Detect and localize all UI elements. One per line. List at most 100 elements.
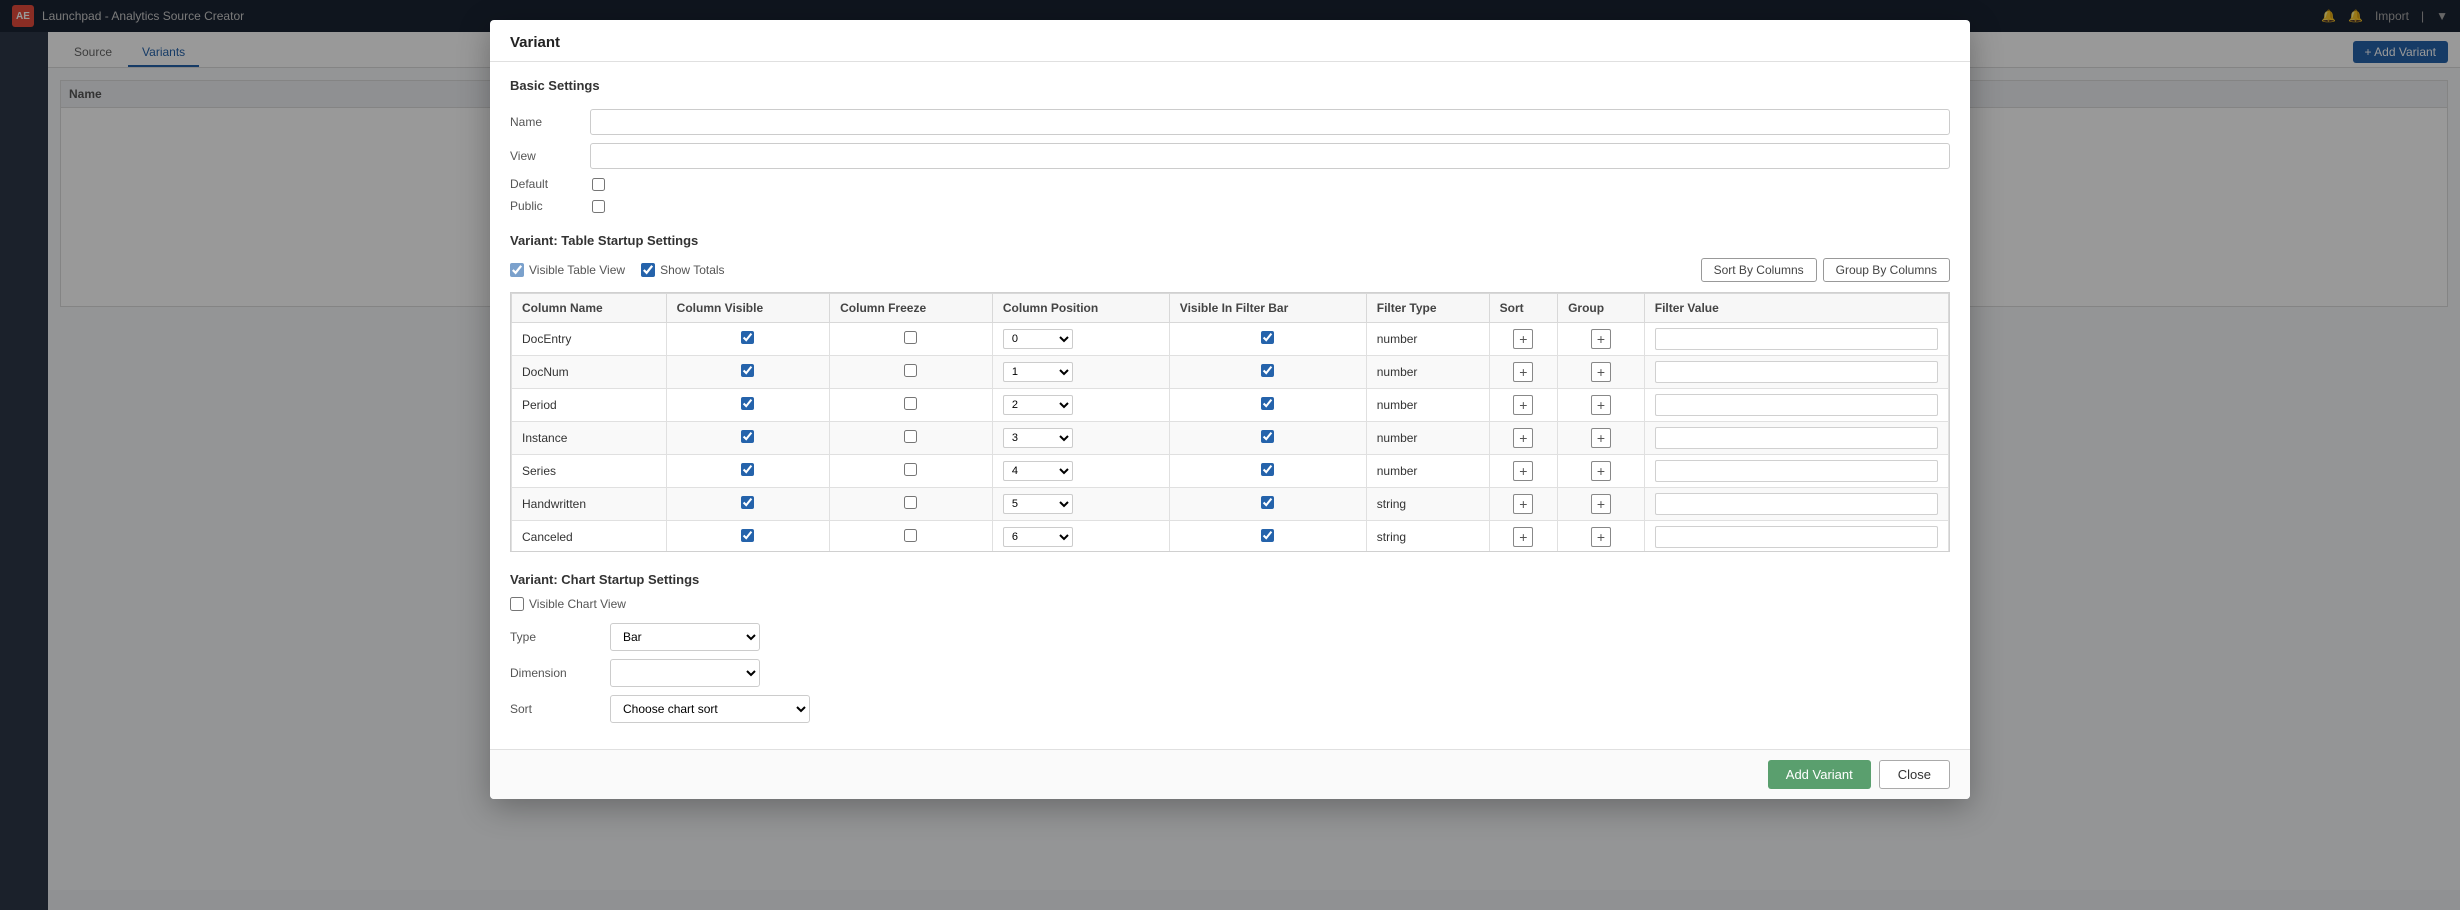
col-freeze-checkbox[interactable]	[904, 529, 917, 542]
cell-visible-filter	[1169, 323, 1366, 356]
col-visible-filter-checkbox[interactable]	[1261, 496, 1274, 509]
table-row: Series0123456789number++	[512, 455, 1949, 488]
group-by-columns-button[interactable]: Group By Columns	[1823, 258, 1950, 282]
col-position-select[interactable]: 0123456789	[1003, 395, 1073, 415]
cell-col-freeze	[830, 356, 993, 389]
sort-plus-button[interactable]: +	[1513, 362, 1533, 382]
filter-value-input[interactable]	[1655, 361, 1938, 383]
name-field-row: Name	[510, 109, 1950, 135]
cell-group: +	[1558, 389, 1645, 422]
view-field-row: View	[510, 143, 1950, 169]
cell-col-position: 0123456789	[992, 323, 1169, 356]
view-input[interactable]	[590, 143, 1950, 169]
sort-plus-button[interactable]: +	[1513, 494, 1533, 514]
col-visible-filter-checkbox[interactable]	[1261, 430, 1274, 443]
sort-plus-button[interactable]: +	[1513, 527, 1533, 547]
cell-col-position: 0123456789	[992, 455, 1169, 488]
add-variant-button[interactable]: Add Variant	[1768, 760, 1871, 789]
table-row: Instance0123456789number++	[512, 422, 1949, 455]
col-visible-checkbox[interactable]	[741, 463, 754, 476]
chart-dimension-select[interactable]	[610, 659, 760, 687]
visible-chart-checkbox[interactable]	[510, 597, 524, 611]
col-visible-filter-checkbox[interactable]	[1261, 529, 1274, 542]
modal-body: Basic Settings Name View Default	[490, 62, 1970, 749]
group-plus-button[interactable]: +	[1591, 428, 1611, 448]
col-freeze-checkbox[interactable]	[904, 331, 917, 344]
show-totals-label[interactable]: Show Totals	[641, 263, 724, 277]
col-visible-checkbox[interactable]	[741, 430, 754, 443]
filter-value-input[interactable]	[1655, 460, 1938, 482]
default-checkbox[interactable]	[592, 178, 605, 191]
cell-group: +	[1558, 488, 1645, 521]
group-plus-button[interactable]: +	[1591, 362, 1611, 382]
visible-chart-label[interactable]: Visible Chart View	[510, 597, 1950, 611]
visible-table-label[interactable]: Visible Table View	[510, 263, 625, 277]
sort-plus-button[interactable]: +	[1513, 329, 1533, 349]
col-position-select[interactable]: 0123456789	[1003, 527, 1073, 547]
group-plus-button[interactable]: +	[1591, 329, 1611, 349]
filter-value-input[interactable]	[1655, 328, 1938, 350]
cell-col-freeze	[830, 455, 993, 488]
col-visible-checkbox[interactable]	[741, 529, 754, 542]
col-freeze-checkbox[interactable]	[904, 430, 917, 443]
cell-group: +	[1558, 455, 1645, 488]
col-visible-filter-checkbox[interactable]	[1261, 364, 1274, 377]
col-position-select[interactable]: 0123456789	[1003, 362, 1073, 382]
cell-visible-filter	[1169, 422, 1366, 455]
col-visible-checkbox[interactable]	[741, 397, 754, 410]
cell-col-position: 0123456789	[992, 422, 1169, 455]
visible-table-checkbox[interactable]	[510, 263, 524, 277]
cell-col-name: Series	[512, 455, 667, 488]
sort-plus-button[interactable]: +	[1513, 461, 1533, 481]
cell-col-visible	[666, 356, 829, 389]
group-plus-button[interactable]: +	[1591, 395, 1611, 415]
col-freeze-checkbox[interactable]	[904, 496, 917, 509]
col-position-select[interactable]: 0123456789	[1003, 329, 1073, 349]
col-visible-checkbox[interactable]	[741, 496, 754, 509]
group-plus-button[interactable]: +	[1591, 461, 1611, 481]
show-totals-checkbox[interactable]	[641, 263, 655, 277]
filter-value-input[interactable]	[1655, 526, 1938, 548]
col-header-position: Column Position	[992, 294, 1169, 323]
cell-filter-value	[1644, 323, 1948, 356]
table-controls-right: Sort By Columns Group By Columns	[1701, 258, 1950, 282]
cell-col-position: 0123456789	[992, 488, 1169, 521]
public-checkbox[interactable]	[592, 200, 605, 213]
col-visible-checkbox[interactable]	[741, 364, 754, 377]
chart-dimension-label: Dimension	[510, 666, 610, 680]
name-input[interactable]	[590, 109, 1950, 135]
sort-plus-button[interactable]: +	[1513, 395, 1533, 415]
col-position-select[interactable]: 0123456789	[1003, 461, 1073, 481]
cell-filter-value	[1644, 521, 1948, 553]
sort-plus-button[interactable]: +	[1513, 428, 1533, 448]
default-field-row: Default	[510, 177, 1950, 191]
cell-sort: +	[1489, 389, 1557, 422]
modal-overlay: Variant Basic Settings Name View	[0, 0, 2460, 910]
columns-table-wrapper[interactable]: Column Name Column Visible Column Freeze…	[510, 292, 1950, 552]
cell-sort: +	[1489, 521, 1557, 553]
chart-type-select[interactable]: Bar Line Pie Column	[610, 623, 760, 651]
col-visible-filter-checkbox[interactable]	[1261, 331, 1274, 344]
filter-value-input[interactable]	[1655, 493, 1938, 515]
basic-settings-section: Basic Settings Name View Default	[510, 78, 1950, 213]
close-button[interactable]: Close	[1879, 760, 1950, 789]
cell-col-visible	[666, 488, 829, 521]
col-position-select[interactable]: 0123456789	[1003, 428, 1073, 448]
chart-sort-select[interactable]: Choose chart sort Ascending Descending	[610, 695, 810, 723]
sort-by-columns-button[interactable]: Sort By Columns	[1701, 258, 1817, 282]
col-visible-checkbox[interactable]	[741, 331, 754, 344]
name-label: Name	[510, 115, 590, 129]
col-freeze-checkbox[interactable]	[904, 364, 917, 377]
col-position-select[interactable]: 0123456789	[1003, 494, 1073, 514]
group-plus-button[interactable]: +	[1591, 494, 1611, 514]
filter-value-input[interactable]	[1655, 427, 1938, 449]
cell-filter-type: number	[1366, 356, 1489, 389]
col-freeze-checkbox[interactable]	[904, 397, 917, 410]
group-plus-button[interactable]: +	[1591, 527, 1611, 547]
cell-col-name: Instance	[512, 422, 667, 455]
cell-col-freeze	[830, 521, 993, 553]
col-visible-filter-checkbox[interactable]	[1261, 463, 1274, 476]
filter-value-input[interactable]	[1655, 394, 1938, 416]
col-visible-filter-checkbox[interactable]	[1261, 397, 1274, 410]
col-freeze-checkbox[interactable]	[904, 463, 917, 476]
